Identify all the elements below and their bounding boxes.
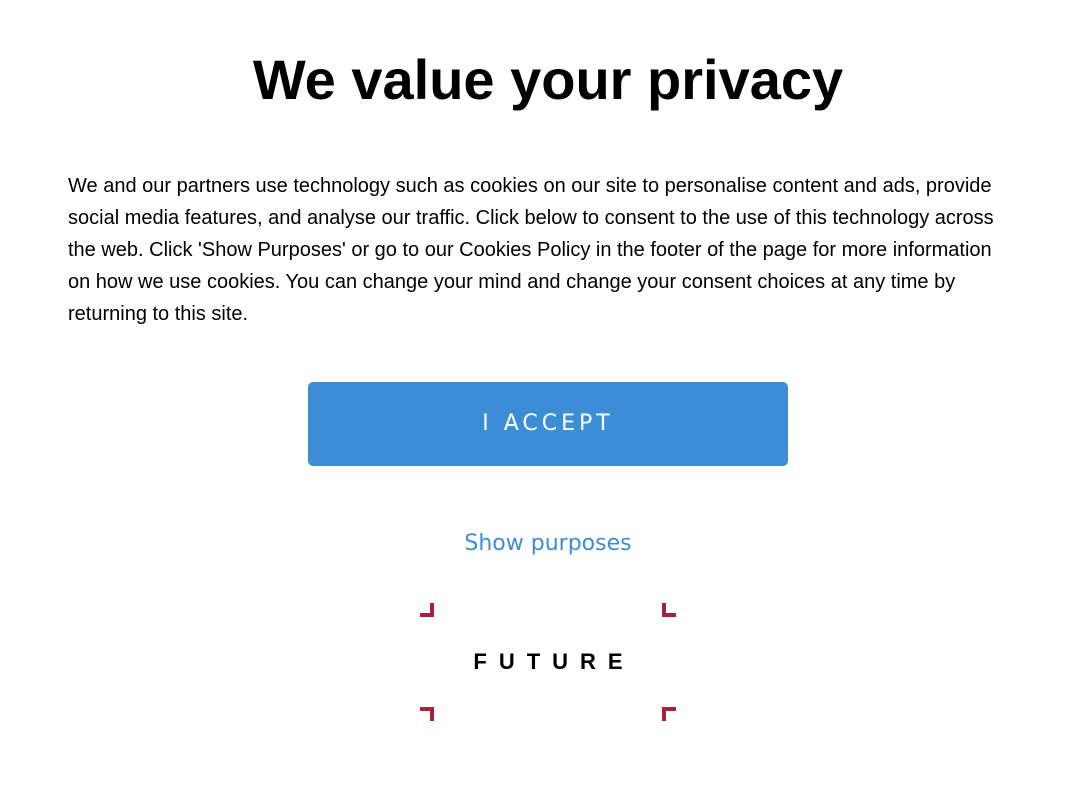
future-logo: FUTURE [420, 603, 676, 721]
logo-wordmark: FUTURE [473, 649, 635, 674]
page-title: We value your privacy [252, 48, 844, 111]
consent-description: We and our partners use technology such … [68, 175, 994, 325]
accept-button[interactable]: I ACCEPT [308, 382, 788, 466]
logo-corner-bottom-left [420, 707, 434, 721]
logo-corner-bottom-right [662, 707, 676, 721]
show-purposes-link[interactable]: Show purposes [348, 528, 748, 560]
logo-corner-top-left [420, 603, 434, 617]
logo-corner-top-right [662, 603, 676, 617]
